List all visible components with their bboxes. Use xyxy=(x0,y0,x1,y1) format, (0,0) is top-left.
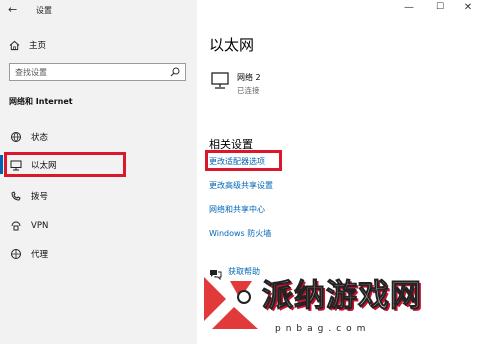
page-title: 以太网 xyxy=(209,36,255,54)
sidebar-item-label: 主页 xyxy=(29,41,47,51)
sidebar-item-label: VPN xyxy=(31,221,49,231)
vpn-icon xyxy=(9,220,23,232)
connection-status: 已连接 xyxy=(237,86,260,95)
back-button[interactable]: ← xyxy=(8,3,17,16)
sidebar-item-vpn[interactable]: VPN xyxy=(9,220,48,232)
minimize-button[interactable]: — xyxy=(402,2,416,13)
watermark-url: pnbag.com xyxy=(275,324,371,334)
sidebar-item-label: 代理 xyxy=(31,250,49,260)
sidebar-item-status[interactable]: 状态 xyxy=(9,131,48,143)
highlight-box-adapter-options xyxy=(205,150,282,171)
windows-firewall-link[interactable]: Windows 防火墙 xyxy=(209,228,271,239)
maximize-button[interactable]: ☐ xyxy=(433,2,447,12)
dialup-phone-icon xyxy=(9,190,23,202)
proxy-globe-icon xyxy=(9,248,23,260)
network-sharing-center-link[interactable]: 网络和共享中心 xyxy=(209,204,265,215)
sidebar-item-label: 拨号 xyxy=(31,192,49,202)
close-button[interactable]: ✕ xyxy=(461,2,475,13)
section-title: 网络和 Internet xyxy=(9,97,73,106)
home-icon xyxy=(9,40,21,51)
sidebar-item-dialup[interactable]: 拨号 xyxy=(9,190,48,202)
watermark-logo-icon xyxy=(200,269,262,343)
sidebar-item-proxy[interactable]: 代理 xyxy=(9,248,48,260)
window-title: 设置 xyxy=(36,6,52,15)
selected-indicator xyxy=(0,155,3,174)
watermark-text: 派纳游戏网 xyxy=(262,278,422,315)
highlight-box-ethernet xyxy=(4,152,126,177)
search-input[interactable]: 查找设置 xyxy=(9,63,186,81)
sidebar: ← 设置 主页 查找设置 网络和 Internet 状态 以太网 拨号 VPN … xyxy=(0,0,197,344)
advanced-sharing-settings-link[interactable]: 更改高级共享设置 xyxy=(209,180,273,191)
network-monitor-icon xyxy=(211,72,231,94)
sidebar-item-label: 状态 xyxy=(31,133,49,143)
search-placeholder: 查找设置 xyxy=(15,67,47,77)
connection-name[interactable]: 网络 2 xyxy=(237,72,261,83)
status-globe-icon xyxy=(9,131,23,143)
search-icon[interactable] xyxy=(170,67,180,79)
sidebar-item-home[interactable]: 主页 xyxy=(9,39,46,51)
